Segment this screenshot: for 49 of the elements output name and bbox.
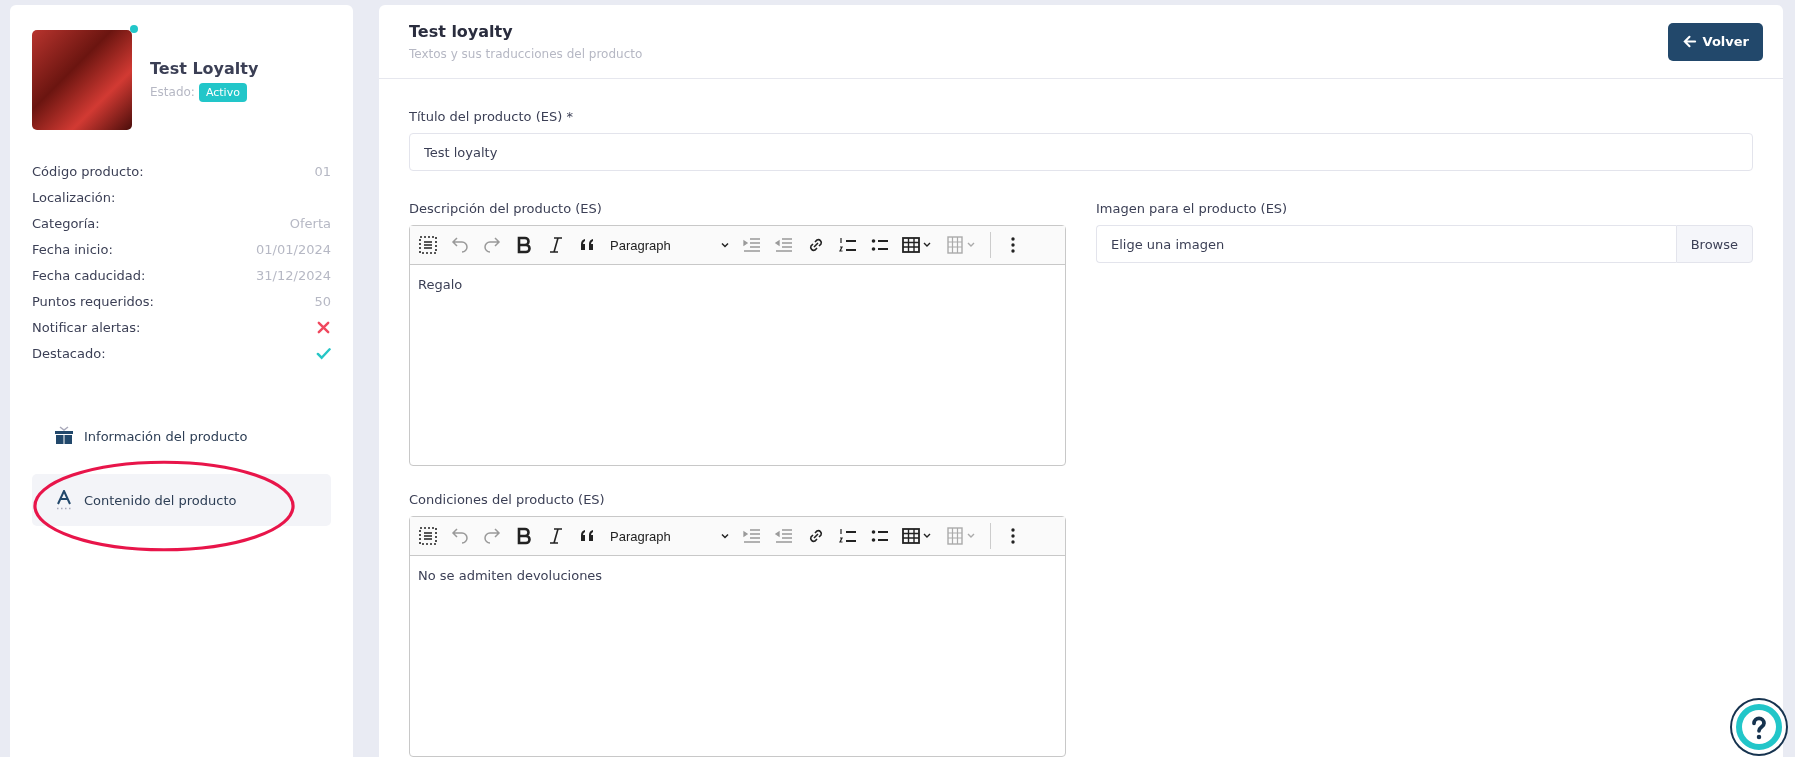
rich-text-editor[interactable]: Paragraph No se admiten devoluciones [409,516,1066,757]
question-mark-icon [1742,710,1776,744]
arrow-left-icon [1681,34,1697,49]
undo-icon[interactable] [450,235,470,255]
detail-label: Categoría: [32,215,100,231]
detail-value: Oferta [289,215,331,231]
redo-icon[interactable] [482,235,502,255]
field-label: Imagen para el producto (ES) [1096,201,1289,216]
paragraph-dropdown[interactable]: Paragraph [610,528,730,544]
page-subtitle: Textos y sus traducciones del producto [409,47,643,61]
detail-label: Destacado: [32,345,106,361]
detail-label: Fecha inicio: [32,241,113,257]
back-button[interactable]: Volver [1667,22,1763,61]
detail-label: Fecha caducidad: [32,267,146,283]
rich-text-editor[interactable]: Paragraph Regalo [409,225,1066,466]
paragraph-dropdown[interactable]: Paragraph [610,237,730,253]
select-all-icon[interactable] [418,526,438,546]
detail-label: Localización: [32,189,116,205]
editor-text[interactable]: Regalo [410,265,1065,465]
browse-button[interactable]: Browse [1675,225,1753,263]
caret-icon [720,240,730,250]
detail-label: Notificar alertas: [32,319,141,335]
editor-text[interactable]: No se admiten devoluciones [410,556,1065,756]
field-label: Condiciones del producto (ES) [409,492,606,507]
sidebar-menu-item[interactable]: Información del producto [32,410,331,462]
detail-label: Código producto: [32,163,144,179]
font-icon [54,490,74,510]
detail-value: 01 [314,163,331,179]
select-all-icon[interactable] [418,235,438,255]
sidebar-menu-item[interactable]: Contenido del producto [32,474,331,526]
numbered-list-icon[interactable] [838,235,858,255]
detail-label: Puntos requeridos: [32,293,154,309]
status-badge: Activo [198,82,247,102]
detail-value: 01/01/2024 [256,241,331,257]
caret-icon [720,531,730,541]
numbered-list-icon[interactable] [838,526,858,546]
undo-icon[interactable] [450,526,470,546]
status-label: Estado: [150,85,195,99]
detail-value: 31/12/2024 [256,267,331,283]
page-title: Test loyalty [409,22,514,41]
gift-icon [54,426,74,446]
file-input[interactable]: Elige una imagen [1096,225,1676,263]
product-name: Test Loyalty [150,58,259,78]
title-input[interactable]: Test loyalty [409,133,1753,171]
help-button[interactable] [1732,700,1786,754]
field-label: Título del producto (ES) * [409,109,574,124]
field-label: Descripción del producto (ES) [409,201,603,216]
detail-value: 50 [314,293,331,309]
redo-icon[interactable] [482,526,502,546]
